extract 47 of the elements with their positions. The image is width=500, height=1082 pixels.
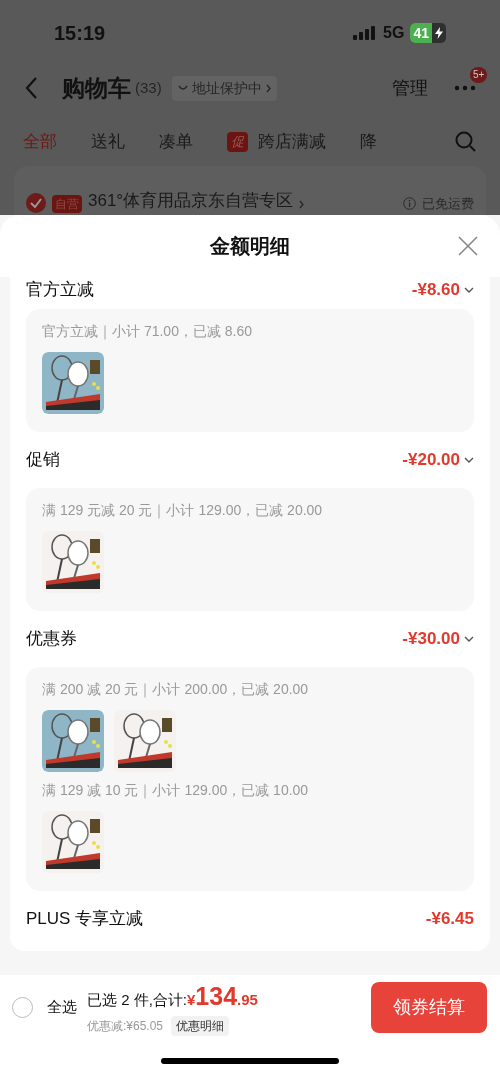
charging-icon — [434, 27, 444, 39]
category-tab[interactable]: 送礼 — [91, 129, 125, 155]
status-time: 15:19 — [54, 21, 106, 46]
select-all-label[interactable]: 全选 — [47, 995, 77, 1019]
more-icon[interactable] — [454, 85, 476, 91]
store-checkbox[interactable] — [26, 193, 46, 213]
signal-icon — [353, 26, 378, 40]
category-tab[interactable]: 凑单 — [159, 129, 193, 155]
battery-indicator: 41 — [410, 23, 446, 43]
discount-rule: 满 200 减 20 元｜小计 200.00，已减 20.00 — [42, 680, 310, 700]
notification-badge: 5+ — [470, 67, 488, 83]
chevron-down-icon[interactable] — [464, 457, 474, 463]
section-title: 促销 — [26, 449, 60, 472]
sheet-title: 金额明细 — [210, 234, 290, 259]
discount-rule: 满 129 减 10 元｜小计 129.00，已减 10.00 — [42, 781, 310, 801]
chevron-down-icon[interactable] — [464, 636, 474, 642]
discount-amount: -¥6.45 — [425, 908, 474, 931]
discount-total: 优惠减:¥65.05 — [87, 1017, 164, 1035]
close-icon[interactable] — [458, 236, 478, 256]
chevron-right-icon — [299, 200, 305, 209]
chevron-down-icon[interactable] — [464, 287, 474, 293]
discount-rule: 满 129 元减 20 元｜小计 129.00，已减 20.00 — [42, 501, 324, 521]
section-title: PLUS 专享立减 — [26, 908, 144, 931]
network-label: 5G — [383, 23, 405, 43]
total-price: ¥134.95 — [187, 981, 258, 1013]
chevron-right-icon — [265, 83, 271, 93]
discount-amount: -¥30.00 — [402, 628, 460, 651]
address-chip[interactable]: 地址保护中 — [171, 75, 277, 101]
discount-detail-chip[interactable]: 优惠明细 — [171, 1015, 230, 1036]
checkout-button[interactable]: 领券结算 — [371, 981, 487, 1033]
page-title: 购物车 — [62, 73, 131, 103]
manage-link[interactable]: 管理 — [392, 74, 428, 102]
selected-summary: 已选 2 件,合计: — [87, 990, 187, 1011]
section-title: 优惠券 — [26, 628, 77, 651]
info-icon[interactable] — [403, 197, 416, 210]
search-icon[interactable] — [455, 131, 477, 153]
promo-tag: 促 — [227, 132, 248, 152]
section-title: 官方立减 — [26, 279, 94, 302]
category-tab[interactable]: 全部 — [23, 129, 57, 155]
category-tab[interactable]: 促 跨店满减 — [227, 129, 326, 155]
store-name[interactable]: 361°体育用品京东自营专区 — [88, 187, 294, 213]
discount-amount: -¥8.60 — [411, 279, 460, 302]
back-icon[interactable] — [24, 76, 38, 100]
address-protection-label: 地址保护中 — [191, 78, 262, 98]
discount-amount: -¥20.00 — [402, 449, 460, 472]
discount-rule: 官方立减｜小计 71.00，已减 8.60 — [42, 322, 254, 342]
category-tab[interactable]: 降 — [360, 129, 377, 155]
